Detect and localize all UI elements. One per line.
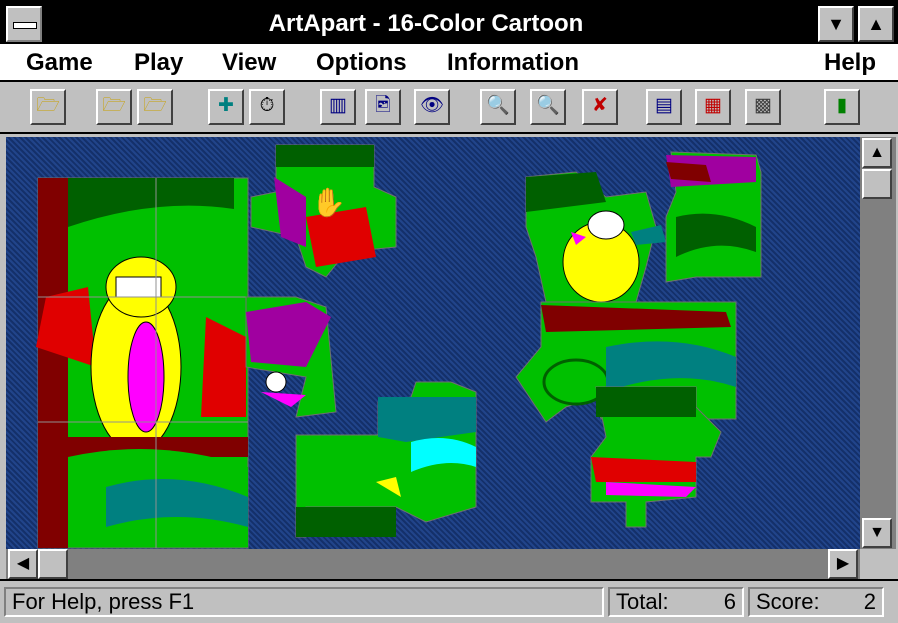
picture-info-button[interactable]: 🖻 bbox=[365, 89, 401, 125]
open-folder-icon: 🗁 bbox=[36, 95, 60, 116]
open-2-button[interactable]: 🗁 bbox=[96, 89, 132, 125]
puzzle-piece-icon: ✚ bbox=[218, 95, 234, 116]
zoom-in-icon: 🔍 bbox=[536, 95, 560, 116]
layout-button[interactable]: ▤ bbox=[646, 89, 682, 125]
zoom-in-button[interactable]: 🔍 bbox=[530, 89, 566, 125]
zoom-reset-icon: ✘ bbox=[592, 95, 608, 116]
assembled-piece-group-left[interactable] bbox=[36, 177, 249, 549]
piece-top-center[interactable]: ✋ bbox=[250, 144, 397, 278]
menu-play[interactable]: Play bbox=[134, 48, 183, 78]
system-menu-icon bbox=[13, 22, 37, 29]
puzzle-pieces-art: ✋ bbox=[36, 144, 762, 549]
status-score-panel: Score: 2 bbox=[748, 587, 884, 617]
window-title: ArtApart - 16-Color Cartoon bbox=[268, 10, 584, 37]
piece-button[interactable]: ✚ bbox=[208, 89, 244, 125]
zoom-reset-button[interactable]: ✘ bbox=[582, 89, 618, 125]
eye-icon: 👁 bbox=[419, 95, 445, 116]
preview-button[interactable]: 👁 bbox=[414, 89, 450, 125]
open-folder-3-icon: 🗁 bbox=[143, 95, 167, 116]
score-value: 2 bbox=[863, 589, 876, 614]
scrollbar-corner bbox=[860, 549, 896, 579]
zoom-out-button[interactable]: 🔍 bbox=[480, 89, 516, 125]
total-value: 6 bbox=[723, 589, 736, 614]
piece-small-bird[interactable] bbox=[245, 296, 337, 418]
arrow-up-icon: ▲ bbox=[869, 144, 885, 161]
status-bar: For Help, press F1 Total: 6 Score: 2 bbox=[0, 579, 898, 623]
toolbar: 🗁 🗁 🗁 ✚ ⏱ ▥ 🖻 👁 🔍 🔍 ✘ ▤ ▦ ▩ ▮ bbox=[0, 82, 898, 134]
grid-button[interactable]: ▩ bbox=[745, 89, 781, 125]
grid-image-icon: ▩ bbox=[754, 95, 772, 116]
total-label: Total: bbox=[616, 589, 669, 614]
exit-button[interactable]: ▮ bbox=[824, 89, 860, 125]
svg-text:✋: ✋ bbox=[311, 186, 346, 219]
scroll-left-button[interactable]: ◀ bbox=[8, 549, 38, 579]
window-layout-icon: ▤ bbox=[655, 95, 673, 116]
triangle-up-icon: ▲ bbox=[867, 14, 885, 34]
scroll-down-button[interactable]: ▼ bbox=[862, 518, 892, 548]
timer-button[interactable]: ⏱ bbox=[249, 89, 285, 125]
arrow-right-icon: ▶ bbox=[836, 555, 850, 572]
system-menu-button[interactable] bbox=[6, 6, 42, 42]
stats-button[interactable]: ▥ bbox=[320, 89, 356, 125]
open-folder-2-icon: 🗁 bbox=[102, 95, 126, 116]
triangle-down-icon: ▼ bbox=[827, 14, 845, 34]
horizontal-scroll-thumb[interactable] bbox=[38, 549, 68, 579]
zoom-out-icon: 🔍 bbox=[486, 95, 510, 116]
scroll-up-button[interactable]: ▲ bbox=[862, 138, 892, 168]
picture-info-icon: 🖻 bbox=[375, 95, 391, 116]
menu-bar: Game Play View Options Information Help bbox=[0, 44, 898, 82]
open-3-button[interactable]: 🗁 bbox=[137, 89, 173, 125]
scroll-right-button[interactable]: ▶ bbox=[828, 549, 858, 579]
puzzle-canvas[interactable]: ✋ bbox=[6, 137, 860, 549]
arrow-left-icon: ◀ bbox=[16, 555, 30, 572]
bar-chart-icon: ▥ bbox=[329, 95, 347, 116]
score-label: Score: bbox=[756, 589, 820, 614]
exit-door-icon: ▮ bbox=[836, 95, 848, 116]
menu-game[interactable]: Game bbox=[26, 48, 93, 78]
arrow-down-icon: ▼ bbox=[869, 524, 885, 541]
menu-options[interactable]: Options bbox=[316, 48, 407, 78]
status-total-panel: Total: 6 bbox=[608, 587, 744, 617]
open-button[interactable]: 🗁 bbox=[30, 89, 66, 125]
colors-icon: ▦ bbox=[704, 95, 722, 116]
piece-right-top[interactable] bbox=[665, 151, 762, 283]
horizontal-scrollbar[interactable] bbox=[6, 549, 860, 579]
maximize-button[interactable]: ▲ bbox=[858, 6, 894, 42]
title-bar: ArtApart - 16-Color Cartoon ▼ ▲ bbox=[0, 0, 898, 44]
status-help-text: For Help, press F1 bbox=[4, 587, 604, 617]
piece-right-yellow-bird[interactable] bbox=[525, 171, 666, 303]
menu-information[interactable]: Information bbox=[447, 48, 579, 78]
stopwatch-icon: ⏱ bbox=[259, 95, 275, 116]
menu-help[interactable]: Help bbox=[824, 48, 876, 78]
menu-view[interactable]: View bbox=[222, 48, 276, 78]
colors-button[interactable]: ▦ bbox=[695, 89, 731, 125]
vertical-scroll-thumb[interactable] bbox=[862, 169, 892, 199]
minimize-button[interactable]: ▼ bbox=[818, 6, 854, 42]
